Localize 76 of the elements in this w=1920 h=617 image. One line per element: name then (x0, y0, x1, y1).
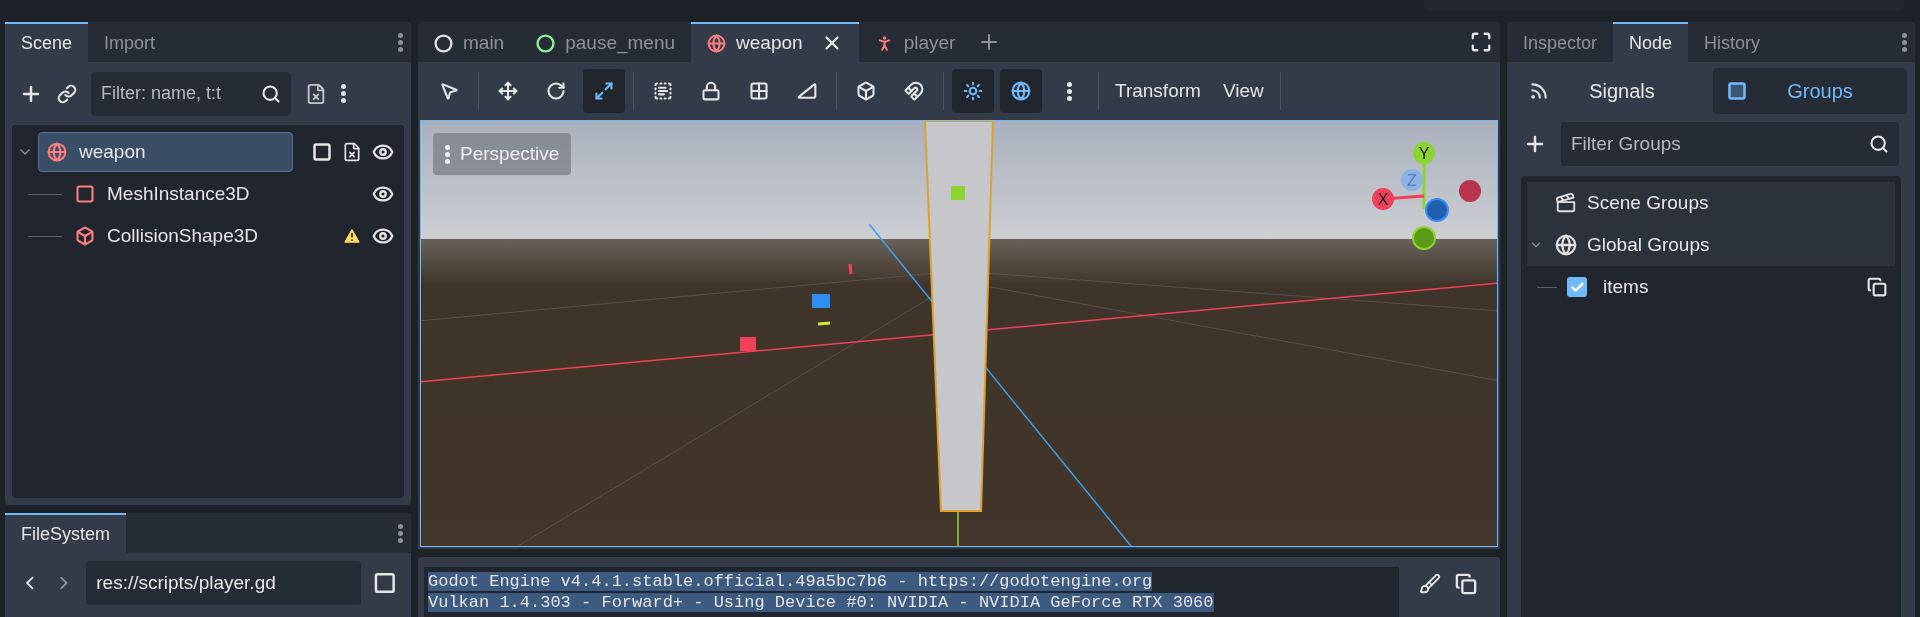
tree-item[interactable]: CollisionShape3D (66, 216, 260, 256)
signal-icon (1529, 81, 1549, 101)
file-tab[interactable]: player (858, 22, 972, 62)
square-icon (1727, 81, 1747, 101)
group-icon[interactable] (312, 142, 332, 162)
tree-item[interactable]: MeshInstance3D (66, 174, 251, 214)
dock-tab[interactable]: Scene (5, 22, 89, 62)
more-icon[interactable] (398, 32, 403, 52)
list-select-icon (653, 81, 673, 101)
group-name: items (1603, 274, 1649, 299)
rotate-icon (546, 81, 566, 101)
fullscreen-icon[interactable] (1470, 31, 1492, 53)
filter-field[interactable]: Filter: name, t:t (91, 71, 291, 116)
more-icon (445, 144, 450, 164)
sun-icon (963, 81, 983, 101)
search-icon (1869, 134, 1889, 154)
axis-label: Z (1407, 172, 1417, 189)
dock-tab[interactable]: FileSystem (5, 513, 126, 553)
grid-icon (749, 81, 769, 101)
globe-icon (1011, 81, 1031, 101)
group-section[interactable]: Global Groups (1527, 224, 1895, 266)
dock-tab[interactable]: History (1688, 22, 1777, 62)
globe-tool[interactable] (1000, 69, 1042, 113)
search-icon (261, 83, 281, 104)
scale-icon (594, 81, 614, 101)
node-name: CollisionShape3D (107, 223, 259, 248)
script-remove-icon[interactable] (305, 82, 327, 105)
more-icon[interactable] (398, 523, 403, 543)
file-tab[interactable]: main (418, 22, 521, 62)
axis-label: X (1377, 191, 1389, 208)
file-tab[interactable]: weapon (691, 22, 859, 62)
lock-icon (701, 81, 721, 101)
section-label: Scene Groups (1587, 190, 1709, 215)
group-checkbox[interactable] (1567, 277, 1587, 297)
filter-field[interactable]: Filter Groups (1561, 122, 1899, 166)
path-field[interactable]: res://scripts/player.gd (86, 561, 362, 605)
globe-icon (47, 142, 67, 162)
magnet-icon (904, 81, 924, 101)
layout-icon[interactable] (373, 571, 397, 595)
link-icon[interactable] (57, 83, 77, 104)
node-name: MeshInstance3D (107, 181, 250, 206)
globe-icon (707, 33, 727, 53)
tree-item[interactable]: weapon (38, 132, 293, 172)
node-name: weapon (79, 139, 146, 164)
viewport[interactable]: X Y Z Perspective (420, 120, 1498, 547)
subtab[interactable]: Groups (1713, 68, 1907, 114)
script-icon[interactable] (342, 142, 362, 162)
clear-icon[interactable] (1419, 573, 1441, 595)
file-tab[interactable]: pause_menu (520, 22, 692, 62)
dock-tab[interactable]: Node (1613, 22, 1689, 62)
cube-icon (856, 81, 876, 101)
circle-icon (434, 33, 453, 53)
section-label: Global Groups (1587, 232, 1710, 257)
dock-tab[interactable]: Import (88, 22, 172, 62)
globe-icon (1555, 234, 1577, 256)
cube-icon (75, 226, 95, 246)
more-icon[interactable] (341, 84, 346, 103)
copy-icon[interactable] (1867, 277, 1887, 297)
circle-icon (536, 33, 556, 53)
scale-tool[interactable] (583, 69, 625, 113)
check-icon (1569, 279, 1585, 295)
more-icon (1066, 81, 1072, 101)
move-icon (498, 81, 518, 101)
sun-tool[interactable] (952, 69, 994, 113)
axis-label: Y (1418, 145, 1430, 162)
more-icon[interactable] (1902, 32, 1907, 52)
pointer-icon (439, 81, 459, 101)
clapperboard-icon (1555, 192, 1577, 214)
menu-button[interactable]: View (1214, 76, 1272, 106)
subtab[interactable]: Signals (1515, 68, 1709, 114)
group-section[interactable]: Scene Groups (1527, 182, 1895, 224)
ruler-icon (797, 81, 817, 101)
dock-tab[interactable]: Inspector (1507, 22, 1614, 62)
copy-icon[interactable] (1455, 573, 1477, 595)
warning-icon[interactable] (342, 226, 362, 246)
menu-button[interactable]: Transform (1107, 76, 1209, 106)
